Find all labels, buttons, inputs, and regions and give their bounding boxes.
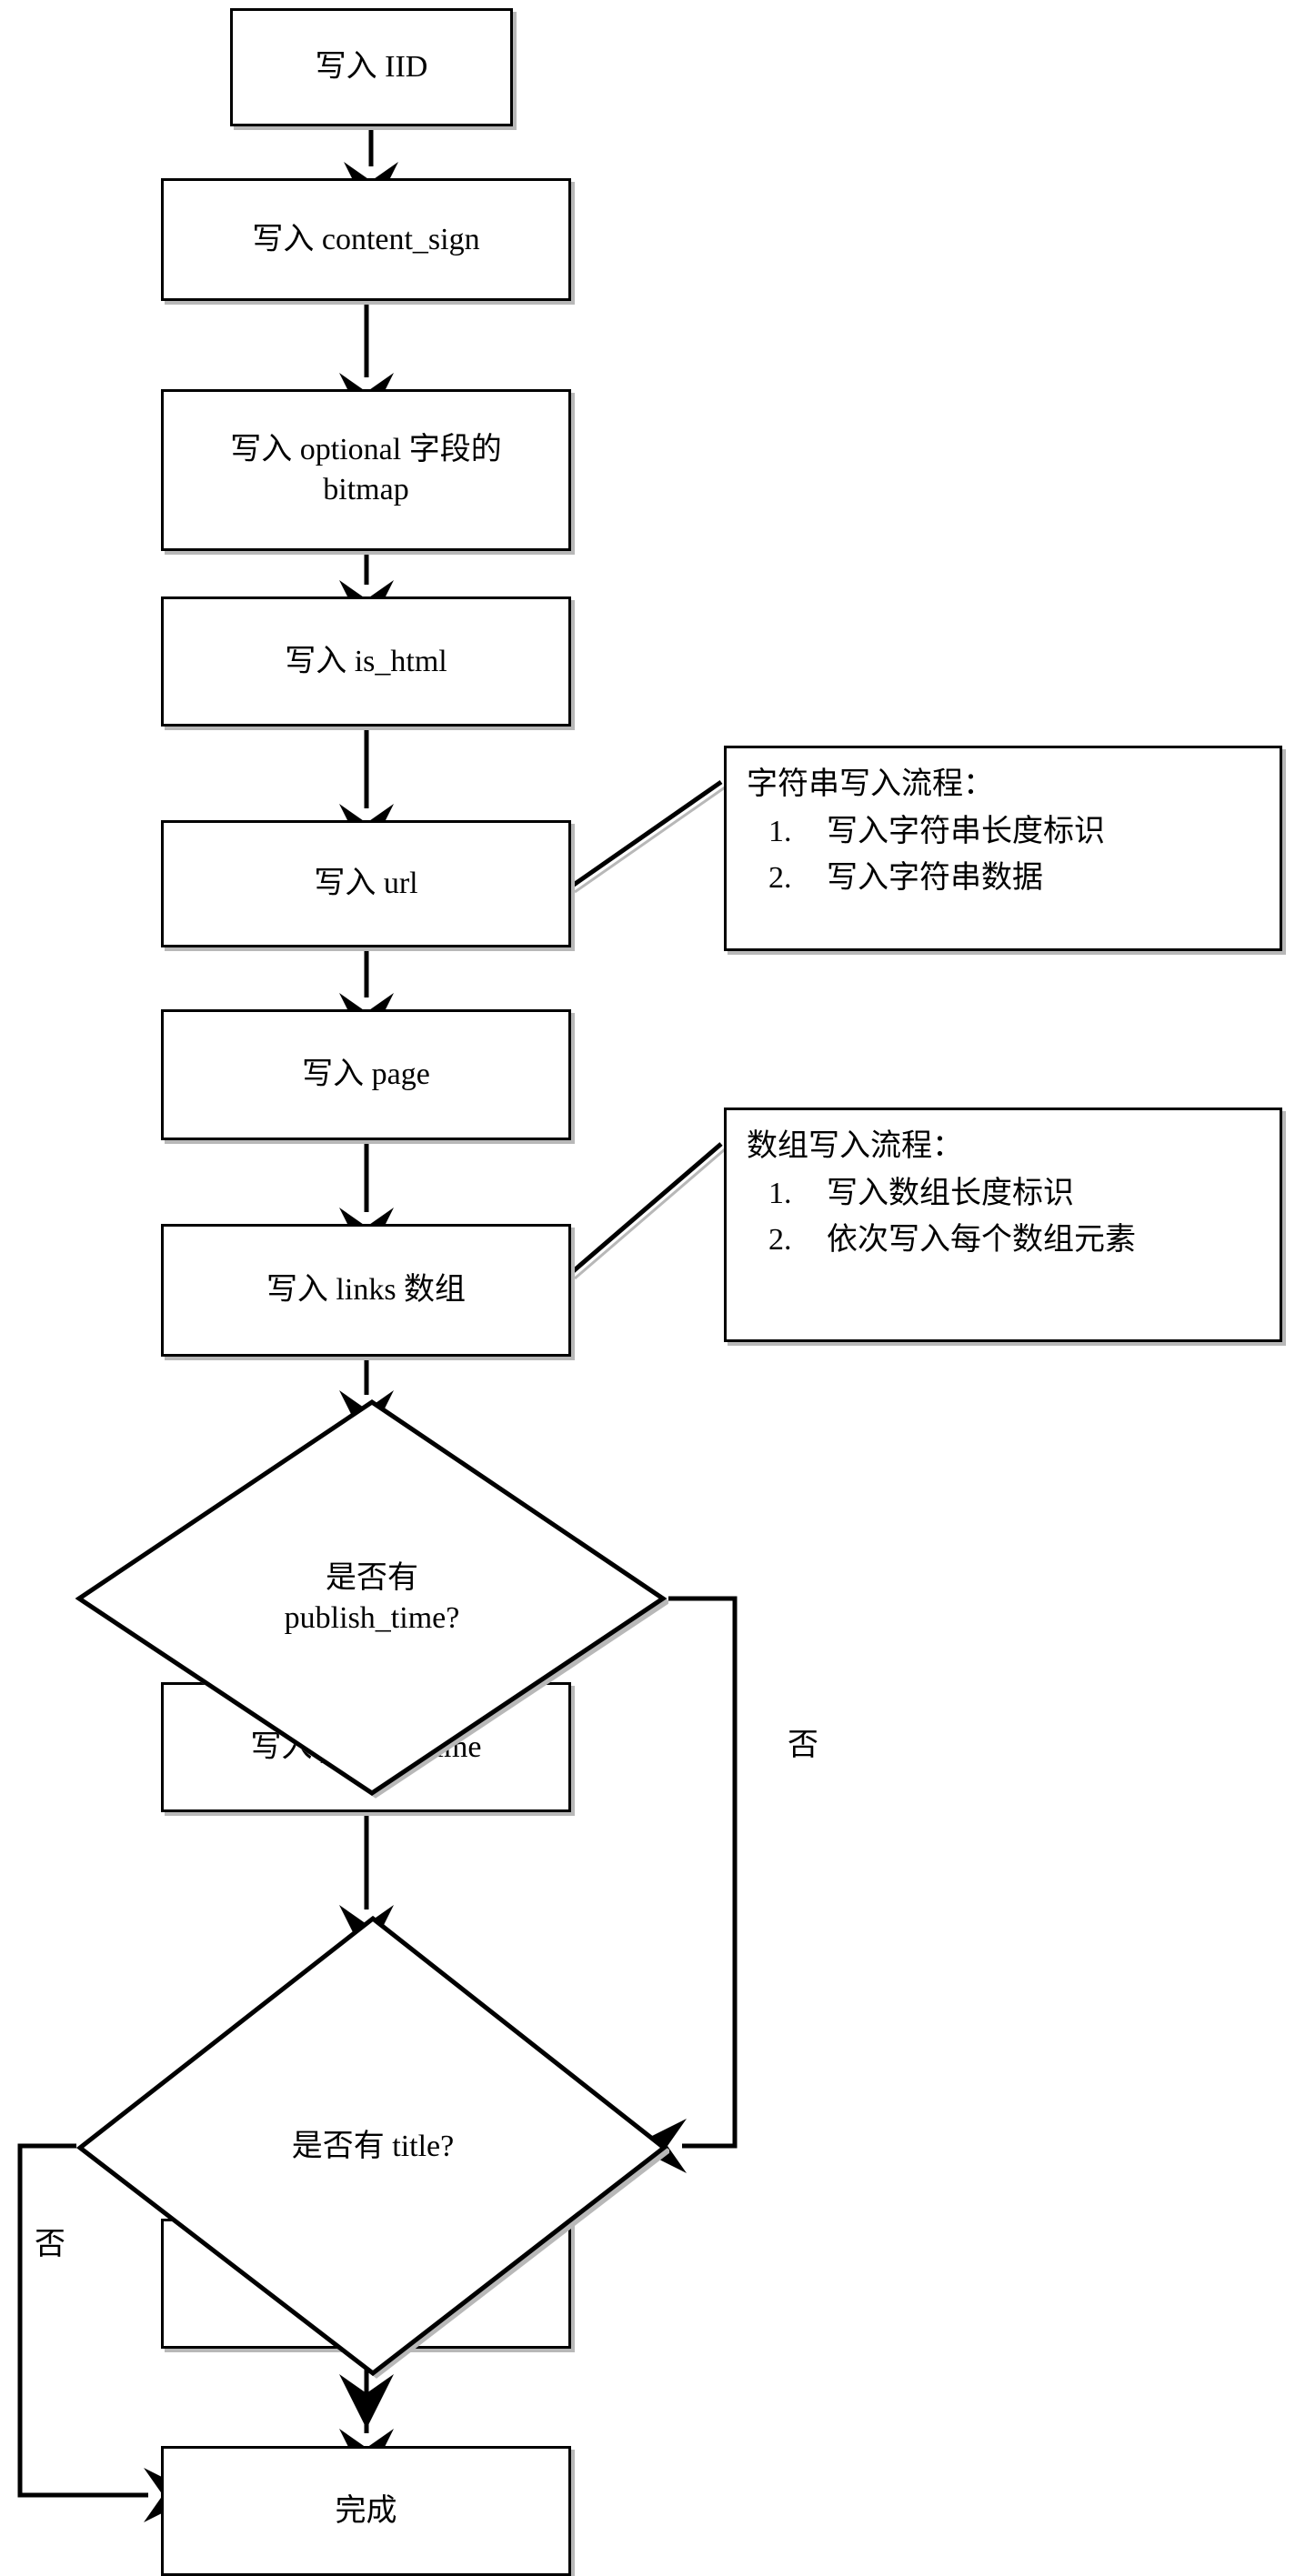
callout-step-text: 依次写入每个数组元素 xyxy=(827,1222,1136,1257)
node-write-links-array-label: 写入 links 数组 xyxy=(266,1273,467,1308)
decision-has-title[interactable]: 是否有 title? xyxy=(76,1915,669,2379)
node-write-links-array[interactable]: 写入 links 数组 xyxy=(161,1224,571,1357)
edge-label-no-title: 否 xyxy=(35,2228,65,2261)
callout-step-number: 1. xyxy=(768,1177,792,1211)
node-write-is-html-label: 写入 is_html xyxy=(285,644,447,678)
node-write-iid-label: 写入 IID xyxy=(315,50,428,85)
callout-step-number: 1. xyxy=(768,815,792,849)
callout-step-text: 写入字符串数据 xyxy=(827,860,1043,895)
node-write-page-label: 写入 page xyxy=(302,1057,430,1092)
callout-array-write-flow-title: 数组写入流程： xyxy=(747,1129,963,1163)
decision-has-title-label: 是否有 title? xyxy=(291,2129,455,2163)
node-write-iid[interactable]: 写入 IID xyxy=(230,8,513,126)
decision-has-publish-time-label: 是否有 publish_time? xyxy=(284,1560,460,1635)
callout-array-write-flow-steps: 1. 写入数组长度标识 2. 依次写入每个数组元素 xyxy=(747,1172,1280,1262)
leader-line-string-flow-shadow xyxy=(574,786,726,894)
callout-step: 1. 写入数组长度标识 xyxy=(747,1172,1280,1216)
callout-step-text: 写入字符串长度标识 xyxy=(827,815,1105,849)
edge-decision-publish-time-no xyxy=(632,1596,738,2173)
node-write-url-label: 写入 url xyxy=(314,867,418,901)
edge-label-no-publish-time: 否 xyxy=(788,1729,818,1762)
node-write-content-sign[interactable]: 写入 content_sign xyxy=(161,178,571,301)
node-done[interactable]: 完成 xyxy=(161,2446,571,2576)
node-write-is-html[interactable]: 写入 is_html xyxy=(161,596,571,727)
callout-step: 2. 写入字符串数据 xyxy=(747,857,1280,900)
node-write-optional-bitmap[interactable]: 写入 optional 字段的 bitmap xyxy=(161,389,571,551)
callout-string-write-flow-title: 字符串写入流程： xyxy=(747,767,994,801)
node-write-page[interactable]: 写入 page xyxy=(161,1009,571,1140)
callout-string-write-flow-steps: 1. 写入字符串长度标识 2. 写入字符串数据 xyxy=(747,810,1280,900)
callout-step: 2. 依次写入每个数组元素 xyxy=(747,1218,1280,1262)
node-write-optional-bitmap-label: 写入 optional 字段的 bitmap xyxy=(230,433,502,506)
leader-line-string-flow xyxy=(569,779,723,889)
callout-step-number: 2. xyxy=(768,860,792,895)
decision-has-publish-time[interactable]: 是否有 publish_time? xyxy=(75,1398,668,1799)
leader-line-array-flow xyxy=(569,1142,723,1275)
node-done-label: 完成 xyxy=(335,2493,397,2528)
callout-array-write-flow[interactable]: 数组写入流程： 1. 写入数组长度标识 2. 依次写入每个数组元素 xyxy=(724,1108,1282,1342)
leader-line-array-flow-shadow xyxy=(574,1148,726,1280)
callout-string-write-flow[interactable]: 字符串写入流程： 1. 写入字符串长度标识 2. 写入字符串数据 xyxy=(724,746,1282,951)
node-write-url[interactable]: 写入 url xyxy=(161,820,571,947)
callout-step: 1. 写入字符串长度标识 xyxy=(747,810,1280,854)
callout-step-text: 写入数组长度标识 xyxy=(827,1177,1074,1211)
flowchart-canvas: 写入 IID 写入 content_sign 写入 optional 字段的 b… xyxy=(0,0,1295,2576)
callout-step-number: 2. xyxy=(768,1222,792,1257)
node-write-content-sign-label: 写入 content_sign xyxy=(252,222,480,256)
